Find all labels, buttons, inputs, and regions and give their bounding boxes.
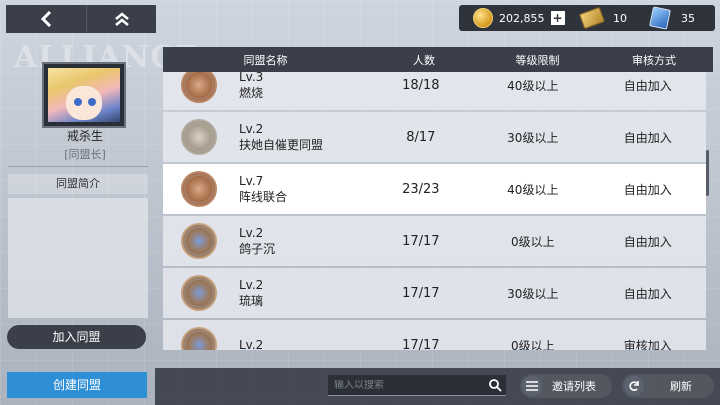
search-icon[interactable] (488, 378, 502, 392)
table-row[interactable]: Lv.2 琉璃 17/17 30级以上 自由加入 (163, 268, 706, 318)
review-method: 自由加入 (623, 78, 672, 93)
level-limit: 30级以上 (507, 130, 559, 145)
add-gold-button[interactable]: + (550, 11, 565, 25)
invite-list-button[interactable]: 邀请列表 (520, 374, 612, 398)
alliance-intro-box (8, 198, 148, 318)
alliance-emblem-icon (181, 171, 217, 207)
leader-role: [同盟长] (64, 148, 106, 161)
ticket-icon (578, 6, 606, 30)
alliance-level: Lv.2 (239, 338, 264, 350)
ticket-amount: 10 (613, 11, 627, 25)
double-chevron-up-icon (114, 12, 129, 26)
alliance-list[interactable]: Lv.3 燃烧 18/18 40级以上 自由加入 Lv.2 扶她自催更同盟 8/… (163, 72, 706, 350)
alliance-name: 扶她自催更同盟 (239, 138, 324, 152)
level-limit: 40级以上 (507, 78, 559, 93)
member-count: 23/23 (402, 181, 440, 197)
alliance-name: 琉璃 (239, 294, 264, 308)
leader-avatar-frame[interactable] (42, 62, 126, 128)
home-collapse-button[interactable] (86, 5, 156, 33)
table-row[interactable]: Lv.2 扶她自催更同盟 8/17 30级以上 自由加入 (163, 112, 706, 162)
alliance-level: Lv.2 (239, 278, 264, 292)
level-limit: 0级以上 (511, 338, 555, 351)
level-limit: 30级以上 (507, 286, 559, 301)
card-resource: 35 (641, 5, 711, 31)
back-button[interactable] (6, 5, 86, 33)
header-level-limit: 等级限制 (515, 53, 560, 67)
ticket-resource: 10 (573, 5, 641, 31)
alliance-emblem-icon (181, 72, 217, 103)
alliance-level: Lv.7 (239, 174, 264, 188)
create-alliance-button[interactable]: 创建同盟 (7, 372, 147, 398)
level-limit: 0级以上 (511, 234, 555, 249)
header-review: 审核方式 (632, 53, 676, 67)
search-box[interactable] (328, 375, 506, 396)
member-count: 17/17 (402, 233, 440, 249)
divider (8, 166, 148, 167)
refresh-label: 刷新 (670, 380, 692, 393)
refresh-button[interactable]: 刷新 (622, 374, 714, 398)
alliance-emblem-icon (181, 119, 217, 155)
list-icon (522, 376, 542, 396)
header-name: 同盟名称 (243, 53, 288, 67)
list-scrollbar[interactable] (706, 150, 709, 196)
alliance-level: Lv.3 (239, 72, 264, 84)
review-method: 自由加入 (623, 182, 672, 197)
alliance-name: 阵线联合 (239, 190, 288, 204)
refresh-icon (624, 376, 644, 396)
alliance-intro-title: 同盟简介 (8, 174, 148, 194)
alliance-emblem-icon (181, 275, 217, 311)
table-row-selected[interactable]: Lv.7 阵线联合 23/23 40级以上 自由加入 (163, 164, 706, 214)
alliance-level: Lv.2 (239, 226, 264, 240)
alliance-name: 燃烧 (239, 86, 264, 100)
level-limit: 40级以上 (507, 182, 559, 197)
avatar (48, 68, 120, 122)
alliance-table-header: 同盟名称 人数 等级限制 审核方式 (163, 47, 713, 72)
review-method: 自由加入 (623, 234, 672, 249)
member-count: 17/17 (402, 337, 440, 351)
invite-list-label: 邀请列表 (552, 380, 596, 393)
table-row[interactable]: Lv.3 燃烧 18/18 40级以上 自由加入 (163, 72, 706, 110)
gold-coin-icon (473, 8, 493, 28)
join-alliance-button[interactable]: 加入同盟 (7, 325, 146, 349)
resource-bar: 202,855 + 10 35 (459, 5, 715, 31)
table-row[interactable]: Lv.2 17/17 0级以上 审核加入 (163, 320, 706, 350)
gold-amount: 202,855 (499, 11, 545, 25)
leader-name: 戒杀生 (66, 129, 103, 143)
header-count: 人数 (413, 53, 435, 67)
card-icon (649, 6, 671, 30)
card-amount: 35 (681, 11, 695, 25)
search-input[interactable] (328, 379, 478, 391)
alliance-emblem-icon (181, 327, 217, 350)
review-method: 自由加入 (623, 130, 672, 145)
alliance-emblem-icon (181, 223, 217, 259)
alliance-name: 鸽子沉 (239, 242, 276, 256)
review-method: 自由加入 (623, 286, 672, 301)
alliance-level: Lv.2 (239, 122, 264, 136)
member-count: 8/17 (406, 129, 436, 145)
chevron-left-icon (40, 11, 52, 27)
table-row[interactable]: Lv.2 鸽子沉 17/17 0级以上 自由加入 (163, 216, 706, 266)
gold-resource: 202,855 + (459, 5, 573, 31)
member-count: 17/17 (402, 285, 440, 301)
member-count: 18/18 (402, 77, 440, 93)
review-method: 审核加入 (623, 338, 672, 351)
